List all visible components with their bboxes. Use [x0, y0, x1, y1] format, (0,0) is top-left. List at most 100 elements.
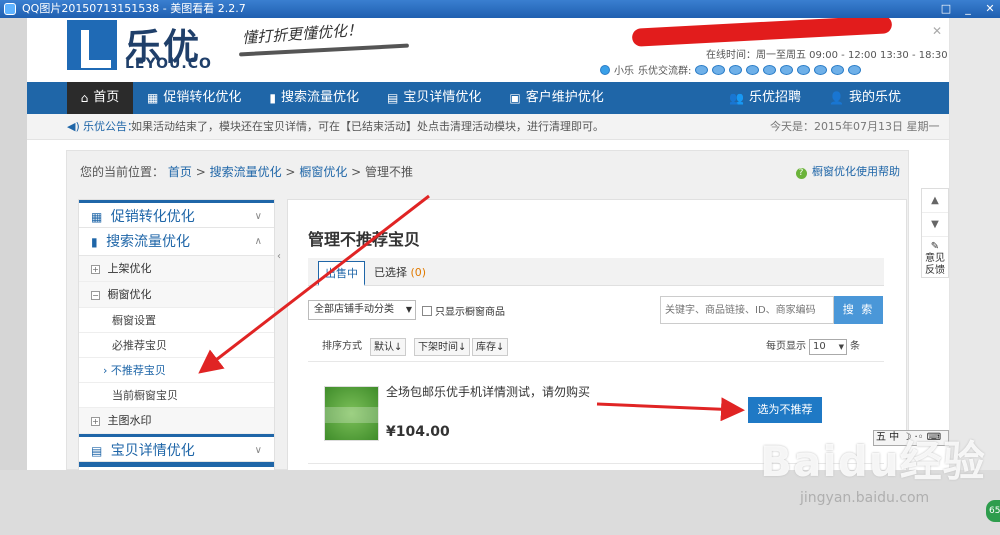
- qq-group-icon[interactable]: [797, 64, 811, 75]
- nav-home[interactable]: ⌂ 首页: [67, 82, 133, 114]
- breadcrumb-window[interactable]: 橱窗优化: [299, 165, 347, 179]
- qq-group-icon[interactable]: [712, 64, 726, 75]
- close-button[interactable]: ✕: [984, 0, 996, 18]
- search-button[interactable]: 搜 索: [834, 296, 883, 324]
- sidebar-leaf-current-window[interactable]: 当前橱窗宝贝: [79, 383, 274, 408]
- baidu-watermark-url: jingyan.baidu.com: [800, 490, 930, 506]
- sort-stock[interactable]: 库存↓: [472, 338, 509, 356]
- calendar-icon: ▦: [91, 210, 103, 224]
- sidebar-leaf-must-recommend[interactable]: 必推荐宝贝: [79, 333, 274, 358]
- nav-search-traffic[interactable]: ▮ 搜索流量优化: [255, 82, 373, 114]
- sidebar-leaf-not-recommend[interactable]: › 不推荐宝贝: [79, 358, 274, 383]
- dropdown-arrow-icon: ▼: [838, 343, 844, 351]
- nav-my-account[interactable]: 👤 我的乐优: [815, 82, 915, 114]
- qq-contact-row: 小乐 乐优交流群:: [600, 62, 862, 77]
- minimize-button[interactable]: _: [962, 0, 974, 18]
- qq-group-icon[interactable]: [695, 64, 709, 75]
- active-marker-icon: ›: [103, 364, 108, 377]
- tab-selected[interactable]: 已选择 (0): [368, 261, 432, 286]
- per-page-select[interactable]: 10 ▼: [809, 339, 847, 355]
- expand-icon: +: [91, 265, 100, 274]
- nav-customer[interactable]: ▣ 客户维护优化: [495, 82, 617, 114]
- chevron-down-icon: ∨: [254, 445, 262, 456]
- nav-promo[interactable]: ▦ 促销转化优化: [133, 82, 255, 114]
- qq-group-icon[interactable]: [780, 64, 794, 75]
- breadcrumb-search-traffic[interactable]: 搜索流量优化: [210, 165, 282, 179]
- sidebar-item-window[interactable]: − 橱窗优化: [79, 282, 274, 308]
- hotline-redacted: [631, 18, 893, 47]
- main-nav: ⌂ 首页 ▦ 促销转化优化 ▮ 搜索流量优化 ▤ 宝贝详情优化 ▣ 客户维护优化…: [27, 82, 949, 114]
- sidebar-item-watermark[interactable]: + 主图水印: [79, 408, 274, 434]
- search-input[interactable]: [660, 296, 834, 324]
- tab-on-sale[interactable]: 出售中: [318, 261, 365, 286]
- breadcrumb-current: 管理不推: [365, 165, 414, 179]
- help-icon: ?: [795, 168, 807, 179]
- sidebar-leaf-window-settings[interactable]: 橱窗设置: [79, 308, 274, 333]
- users-icon: 👥: [729, 91, 745, 105]
- sort-row: 排序方式 默认↓ 下架时间↓ 库存↓ 每页显示 10 ▼ 条: [308, 336, 884, 362]
- scroll-bottom-icon[interactable]: ▼: [922, 213, 948, 237]
- only-window-checkbox[interactable]: 只显示橱窗商品: [422, 303, 505, 318]
- sidebar-collapse-icon[interactable]: ‹: [277, 251, 285, 281]
- scroll-top-icon[interactable]: ▲: [922, 189, 948, 213]
- checkbox-box[interactable]: [422, 305, 432, 316]
- qq-group-label: 乐优交流群:: [638, 66, 692, 77]
- notice-bar: ◀) 乐优公告： 如果活动结束了，模块还在宝贝详情，可在【已结束活动】处点击清理…: [27, 114, 949, 140]
- notice-label: 乐优公告：: [83, 120, 138, 133]
- tab-bar: 出售中 已选择 (0): [308, 258, 884, 286]
- qq-group-icon[interactable]: [814, 64, 828, 75]
- expand-icon: +: [91, 417, 100, 426]
- feedback-button[interactable]: ✎ 意见反馈: [922, 237, 948, 277]
- nav-recruit[interactable]: 👥 乐优招聘: [715, 82, 815, 114]
- qq-group-icon[interactable]: [746, 64, 760, 75]
- selected-count: (0): [410, 266, 427, 279]
- per-page: 每页显示 10 ▼ 条: [766, 338, 860, 356]
- sidebar-section-search[interactable]: ▮ 搜索流量优化 ∧: [79, 228, 274, 256]
- product-price: ¥104.00: [386, 424, 450, 440]
- chevron-up-icon: ∧: [254, 236, 262, 247]
- content-area: 您的当前位置： 首页 > 搜索流量优化 > 橱窗优化 > 管理不推 ? 橱窗优化…: [66, 150, 909, 470]
- select-not-recommend-button[interactable]: 选为不推荐: [748, 397, 822, 423]
- qq-group-icon[interactable]: [729, 64, 743, 75]
- sort-delist-time[interactable]: 下架时间↓: [414, 338, 471, 356]
- sidebar-section-promo[interactable]: ▦ 促销转化优化 ∨: [79, 200, 274, 228]
- sort-default[interactable]: 默认↓: [370, 338, 407, 356]
- notice-text: 如果活动结束了，模块还在宝贝详情，可在【已结束活动】处点击清理活动模块，进行清理…: [131, 120, 604, 133]
- thumbnail-text-band: [325, 407, 380, 423]
- right-toolbar: ▲ ▼ ✎ 意见反馈: [921, 188, 949, 278]
- hotline-close-icon[interactable]: ✕: [932, 24, 942, 38]
- product-name[interactable]: 全场包邮乐优手机详情测试，请勿购买: [386, 383, 590, 400]
- category-select[interactable]: 全部店铺手动分类 ▼: [308, 300, 416, 320]
- qq-person-icon[interactable]: [600, 64, 610, 75]
- calendar-icon: ▦: [147, 91, 159, 105]
- floating-badge[interactable]: 65: [986, 500, 1000, 522]
- sidebar-item-shelf[interactable]: + 上架优化: [79, 256, 274, 282]
- qq-group-icon[interactable]: [763, 64, 777, 75]
- contact-card-icon: ▣: [509, 91, 521, 105]
- logo-icon[interactable]: [67, 20, 117, 70]
- logo-domain: LEYOU.CO: [125, 56, 212, 72]
- bar-chart-icon: ▮: [91, 235, 98, 249]
- sidebar: ▦ 促销转化优化 ∨ ▮ 搜索流量优化 ∧ + 上架优化 − 橱窗优化 橱窗设置…: [78, 199, 275, 470]
- baidu-watermark: Baidu经验: [760, 437, 986, 486]
- today-date: 今天是：2015年07月13日 星期一: [770, 120, 940, 133]
- document-icon: ▤: [386, 91, 399, 105]
- restore-button[interactable]: □: [940, 0, 952, 18]
- qq-group-icon[interactable]: [831, 64, 845, 75]
- sidebar-section-detail[interactable]: ▤ 宝贝详情优化 ∨: [79, 434, 274, 462]
- speaker-icon: ◀): [67, 120, 80, 133]
- web-page: 乐优 LEYOU.CO 懂打折更懂优化！ ✕ 在线时间：周一至周五 09:00 …: [27, 18, 949, 470]
- qq-group-icon[interactable]: [848, 64, 862, 75]
- viewer-left-margin: [0, 18, 27, 488]
- page-title: 管理不推荐宝贝: [308, 230, 421, 249]
- help-link[interactable]: ? 橱窗优化使用帮助: [795, 163, 900, 179]
- collapse-icon: −: [91, 291, 100, 300]
- qq-label[interactable]: 小乐: [614, 62, 634, 77]
- home-icon: ⌂: [80, 91, 89, 105]
- user-icon: 👤: [829, 91, 844, 105]
- nav-item-detail[interactable]: ▤ 宝贝详情优化: [373, 82, 495, 114]
- product-thumbnail[interactable]: [324, 386, 380, 441]
- viewer-title-bar: QQ图片20150713151538 - 美图看看 2.2.7 □ _ ✕: [0, 0, 1000, 18]
- breadcrumb-home[interactable]: 首页: [168, 165, 192, 179]
